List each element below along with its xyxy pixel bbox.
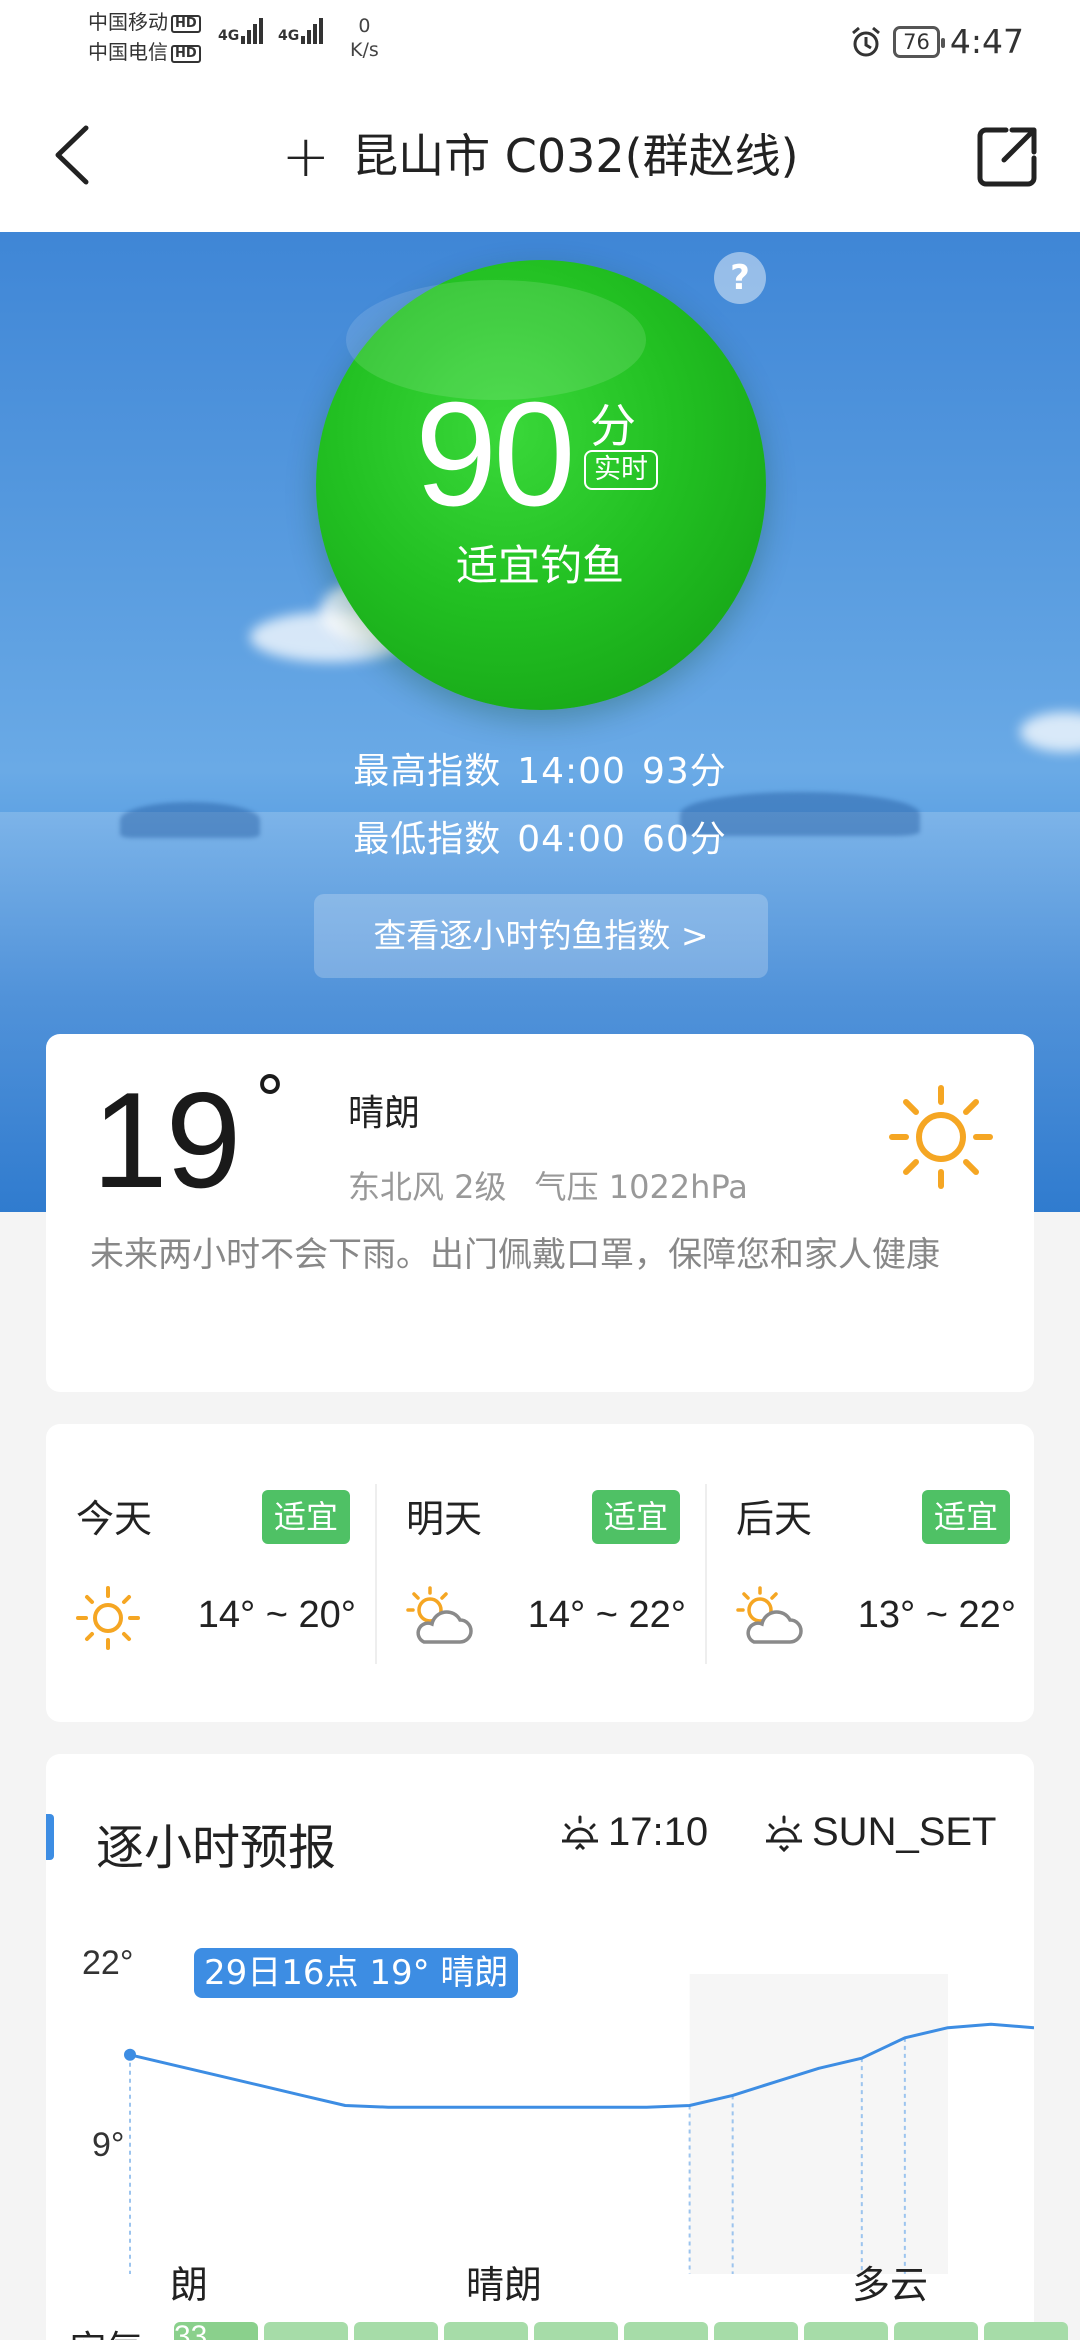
max-index-label: 最高指数	[353, 751, 502, 792]
hd-badge: HD	[171, 15, 201, 33]
suitability-badge: 适宜	[591, 1490, 680, 1544]
status-right: 76 4:47	[849, 22, 1024, 61]
day-name: 今天	[76, 1497, 153, 1541]
day-forecast-today[interactable]: 今天 适宜 14° ~ 20°	[46, 1424, 376, 1722]
sunrise-time: 17:10	[608, 1810, 709, 1854]
hd-badge: HD	[171, 45, 201, 63]
hourly-index-button[interactable]: 查看逐小时钓鱼指数 >	[314, 894, 768, 978]
wind-pressure: 东北风 2级 气压 1022hPa	[348, 1162, 776, 1208]
temperature-range: 14° ~ 20°	[197, 1594, 356, 1636]
partly-cloudy-icon	[406, 1586, 473, 1644]
network-speed: 0 K/s	[350, 14, 379, 62]
fishing-forecast-page: 中国移动 HD 中国电信 HD 4G 4G 0 K/s 76 4:47 + 昆山市 C0…	[0, 0, 1080, 2340]
min-index-line: 最低指数 04:00 60分	[0, 810, 1080, 862]
sunrise-info: 17:10	[558, 1810, 708, 1855]
speed-value: 0	[358, 15, 371, 37]
nav-bar: + 昆山市 C032(群赵线)	[0, 80, 1080, 232]
suitability-badge: 适宜	[261, 1490, 350, 1544]
wind-info: 东北风 2级	[348, 1168, 507, 1206]
score-label: 适宜钓鱼	[455, 541, 624, 590]
add-location-button[interactable]: +	[281, 122, 330, 190]
help-button[interactable]: ?	[714, 252, 766, 304]
sun-icon	[889, 1085, 993, 1189]
speed-unit: K/s	[350, 39, 379, 61]
air-quality-cell	[894, 2322, 978, 2340]
air-quality-cell	[804, 2322, 888, 2340]
day-forecast-day-after[interactable]: 后天 适宜 13° ~ 22°	[706, 1424, 1036, 1722]
day-name: 明天	[406, 1497, 483, 1541]
air-quality-cell	[264, 2322, 348, 2340]
current-weather-card: 19 ° 晴朗 东北风 2级 气压 1022hPa 未来两小时不会下雨。出门佩戴口…	[46, 1034, 1034, 1392]
current-temperature: 19	[92, 1064, 241, 1216]
temperature-point	[124, 2048, 136, 2061]
max-index-time: 14:00	[517, 751, 626, 792]
share-icon[interactable]	[972, 122, 1042, 192]
min-index-time: 04:00	[517, 819, 626, 860]
weather-tip: 未来两小时不会下雨。出门佩戴口罩，保障您和家人健康	[90, 1235, 940, 1275]
alarm-icon	[852, 26, 881, 56]
sun-icon	[76, 1586, 140, 1650]
suitability-badge: 适宜	[921, 1490, 1010, 1544]
carrier-2: 中国电信 HD	[88, 40, 201, 64]
min-index-score: 60分	[641, 819, 727, 860]
signal-icon: 4G	[218, 18, 265, 44]
selected-hour-tooltip: 29日16点 19° 晴朗	[194, 1948, 519, 1998]
network-type: 4G	[278, 28, 300, 44]
three-day-forecast-card: 今天 适宜 14° ~ 20° 明天 适宜 14° ~ 22° 后天 适宜 13…	[46, 1424, 1034, 1722]
clock: 4:47	[949, 22, 1024, 61]
current-condition: 晴朗	[348, 1093, 421, 1134]
max-index-score: 93分	[641, 751, 727, 792]
score-value: 90	[415, 372, 576, 537]
battery-indicator: 76	[893, 25, 945, 58]
day-name: 后天	[736, 1497, 813, 1541]
hourly-forecast-card: 逐小时预报 17:10 SUN_SET 22° 9° 29日16点 19° 晴朗…	[46, 1754, 1068, 2340]
air-quality-cell	[984, 2322, 1068, 2340]
temperature-range: 14° ~ 22°	[527, 1594, 686, 1636]
air-quality-cell	[714, 2322, 798, 2340]
cloudy-period-shade	[689, 1974, 948, 2274]
temperature-range: 13° ~ 22°	[857, 1594, 1016, 1636]
condition-label: 朗	[170, 2263, 209, 2307]
status-bar: 中国移动 HD 中国电信 HD 4G 4G 0 K/s 76 4:47	[0, 0, 1080, 80]
page-title: + 昆山市 C032(群赵线)	[0, 124, 1080, 188]
location-name: 昆山市 C032(群赵线)	[352, 129, 799, 183]
air-quality-cell	[534, 2322, 618, 2340]
hourly-temperature-chart[interactable]	[46, 1974, 1034, 2274]
carrier-2-name: 中国电信	[88, 40, 168, 64]
condition-label: 多云	[852, 2263, 929, 2307]
section-title: 逐小时预报	[96, 1820, 337, 1876]
air-quality-cell	[624, 2322, 708, 2340]
min-index-label: 最低指数	[353, 819, 502, 860]
air-quality-cell	[444, 2322, 528, 2340]
condition-label: 晴朗	[466, 2263, 543, 2307]
air-quality-cell	[354, 2322, 438, 2340]
pressure-info: 气压 1022hPa	[534, 1168, 748, 1206]
max-index-line: 最高指数 14:00 93分	[0, 742, 1080, 794]
air-quality-value: 33	[174, 2320, 208, 2340]
sunrise-icon	[562, 1815, 598, 1850]
sunset-info: SUN_SET	[762, 1810, 997, 1855]
network-type: 4G	[218, 28, 240, 44]
degree-symbol: °	[254, 1064, 286, 1138]
carrier-1: 中国移动 HD	[88, 10, 201, 34]
signal-icon: 4G	[278, 18, 325, 44]
score-unit: 分	[590, 399, 636, 453]
section-accent-bar	[46, 1814, 54, 1860]
day-forecast-tomorrow[interactable]: 明天 适宜 14° ~ 22°	[376, 1424, 706, 1722]
carrier-1-name: 中国移动	[88, 10, 168, 34]
partly-cloudy-icon	[736, 1586, 803, 1644]
air-quality-label: 空气	[70, 2320, 142, 2340]
sunset-icon	[766, 1815, 802, 1852]
sunset-time: SUN_SET	[812, 1810, 997, 1854]
realtime-tag: 实时	[584, 450, 658, 490]
